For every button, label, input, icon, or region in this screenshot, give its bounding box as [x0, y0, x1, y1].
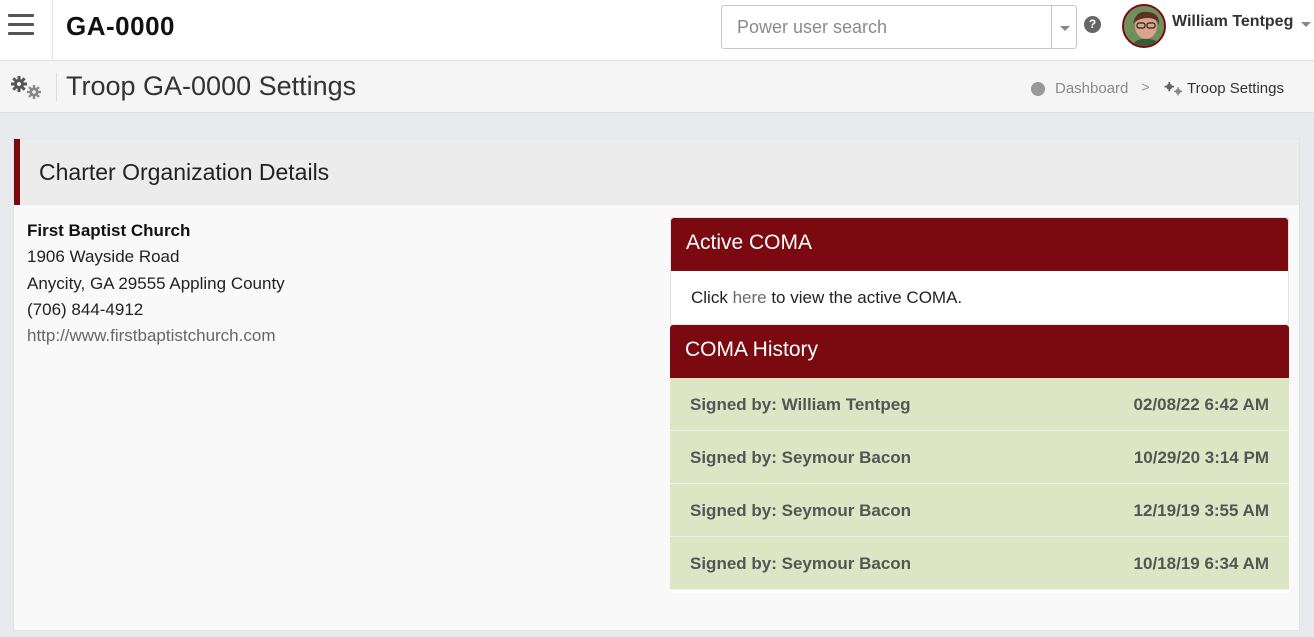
coma-history-panel: COMA History Signed by: William Tentpeg … — [670, 325, 1289, 593]
coma-signed-by: Signed by: Seymour Bacon — [690, 448, 912, 467]
org-name: First Baptist Church — [27, 221, 191, 240]
hamburger-line — [8, 23, 34, 26]
coma-signed-date: 12/19/19 3:55 AM — [1133, 501, 1269, 520]
user-menu-chevron-down-icon[interactable] — [1301, 22, 1311, 27]
coma-history-row[interactable]: Signed by: Seymour Bacon 12/19/19 3:55 A… — [670, 484, 1289, 537]
active-coma-panel: Active COMA Click here to view the activ… — [670, 217, 1289, 325]
dashboard-icon — [1031, 82, 1045, 96]
org-address-line1: 1906 Wayside Road — [27, 247, 180, 266]
top-bar: GA-0000 ? William Tentpeg — [0, 0, 1314, 61]
help-icon[interactable]: ? — [1084, 16, 1101, 33]
active-coma-here-link[interactable]: here — [733, 288, 767, 307]
active-coma-body: Click here to view the active COMA. — [671, 271, 1288, 308]
header-divider — [56, 73, 57, 101]
coma-history-title: COMA History — [670, 325, 1289, 378]
page-header: Troop GA-0000 Settings Dashboard > Troop… — [0, 61, 1314, 113]
active-coma-text-before: Click — [691, 288, 733, 307]
avatar-image — [1124, 6, 1164, 46]
coma-signed-by: Signed by: William Tentpeg — [690, 395, 911, 414]
coma-history-row[interactable]: Signed by: William Tentpeg 02/08/22 6:42… — [670, 378, 1289, 431]
coma-signed-by: Signed by: Seymour Bacon — [690, 501, 912, 520]
org-website-link[interactable]: http://www.firstbaptistchurch.com — [27, 326, 275, 346]
breadcrumb-current: Troop Settings — [1187, 80, 1284, 97]
hamburger-line — [8, 14, 34, 17]
coma-signed-date: 02/08/22 6:42 AM — [1133, 395, 1269, 414]
avatar[interactable] — [1122, 4, 1166, 48]
coma-signed-date: 10/29/20 3:14 PM — [1133, 448, 1269, 467]
breadcrumb-separator-chevron-right-icon: > — [1141, 79, 1150, 96]
page-title: Troop GA-0000 Settings — [66, 71, 357, 101]
search-input[interactable] — [722, 6, 1052, 48]
org-phone: (706) 844-4912 — [27, 300, 144, 319]
coma-history-row[interactable]: Signed by: Seymour Bacon 10/18/19 6:34 A… — [670, 537, 1289, 590]
user-name[interactable]: William Tentpeg — [1172, 13, 1293, 31]
active-coma-text-after: to view the active COMA. — [766, 288, 963, 307]
active-coma-title: Active COMA — [671, 218, 1288, 271]
unit-title: GA-0000 — [66, 11, 175, 41]
gears-icon — [1164, 81, 1183, 96]
coma-signed-date: 10/18/19 6:34 AM — [1133, 554, 1269, 573]
gears-icon — [11, 76, 41, 99]
coma-history-row[interactable]: Signed by: Seymour Bacon 10/29/20 3:14 P… — [670, 431, 1289, 484]
hamburger-line — [8, 32, 34, 35]
hamburger-menu-icon[interactable] — [0, 0, 53, 61]
charter-organization-card: Charter Organization Details First Bapti… — [13, 138, 1300, 631]
coma-signed-by: Signed by: Seymour Bacon — [690, 554, 912, 573]
card-title: Charter Organization Details — [39, 159, 330, 185]
search-dropdown-chevron-down-icon[interactable] — [1051, 6, 1076, 48]
org-address-line2: Anycity, GA 29555 Appling County — [27, 274, 285, 293]
card-header: Charter Organization Details — [14, 139, 1299, 205]
breadcrumb-dashboard-link[interactable]: Dashboard — [1055, 80, 1128, 97]
power-user-search — [721, 5, 1077, 49]
